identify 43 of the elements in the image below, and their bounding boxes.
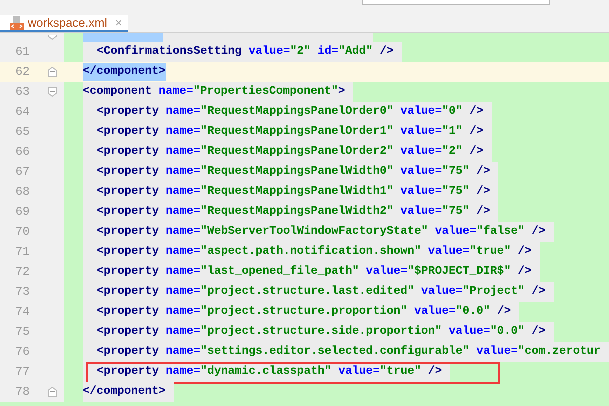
fold-start-icon[interactable]	[48, 87, 57, 97]
line-number: 61	[14, 45, 30, 59]
tab-title: workspace.xml	[28, 16, 108, 30]
editor-tab[interactable]: workspace.xml ×	[0, 15, 128, 32]
line-number: 67	[14, 165, 30, 179]
code-text: <component name="PropertiesComponent">	[83, 82, 354, 102]
line-number: 69	[14, 205, 30, 219]
code-text: <property name="project.structure.side.proportion" value="0.0" />	[83, 322, 554, 342]
code-text: <property name="dynamic.classpath" value="true" />	[83, 362, 450, 382]
line-number: 76	[14, 345, 30, 359]
code-text: <property name="RequestMappingsPanelOrder1" value="1" />	[83, 122, 492, 142]
line-number: 77	[14, 365, 30, 379]
code-text: </component>	[83, 382, 174, 402]
code-text: <property name="last_opened_file_path" value="$PROJECT_DIR$" />	[83, 262, 540, 282]
line-number: 71	[14, 245, 30, 259]
fold-end-icon[interactable]	[48, 67, 57, 77]
fold-end-icon[interactable]	[48, 387, 57, 397]
line-number: 64	[14, 105, 30, 119]
line-number: 65	[14, 125, 30, 139]
code-text: <property name="RequestMappingsPanelOrder0" value="0" />	[83, 102, 492, 122]
search-field[interactable]	[362, 0, 550, 5]
line-number: 62	[14, 65, 30, 79]
code-text: <property name="RequestMappingsPanelWidth0" value="75" />	[83, 162, 498, 182]
code-text: <property name="RequestMappingsPanelWidth1" value="75" />	[83, 182, 498, 202]
line-number: 70	[14, 225, 30, 239]
code-text: <property name="project.structure.proportion" value="0.0" />	[83, 302, 520, 322]
fold-start-icon[interactable]	[48, 35, 57, 40]
line-number: 72	[14, 265, 30, 279]
line-number: 78	[14, 385, 30, 399]
code-text: <property name="WebServerToolWindowFactoryState" value="false" />	[83, 222, 554, 242]
code-text: <property name="aspect.path.notification.shown" value="true" />	[83, 242, 540, 262]
line-number: 66	[14, 145, 30, 159]
line-number: 73	[14, 285, 30, 299]
line-number: 68	[14, 185, 30, 199]
code-text: <property name="project.structure.last.edited" value="Project" />	[83, 282, 554, 302]
line-number: 75	[14, 325, 30, 339]
code-text: <property name="settings.editor.selected.configurable" value="com.zerotur	[83, 342, 609, 362]
line-number: 63	[14, 85, 30, 99]
code-text: <ConfirmationsSetting value="2" id="Add" />	[83, 42, 402, 62]
line-number: 74	[14, 305, 30, 319]
code-text: <property name="RequestMappingsPanelOrder2" value="2" />	[83, 142, 492, 162]
xml-file-icon	[10, 16, 24, 30]
code-text: <property name="RequestMappingsPanelWidth2" value="75" />	[83, 202, 498, 222]
